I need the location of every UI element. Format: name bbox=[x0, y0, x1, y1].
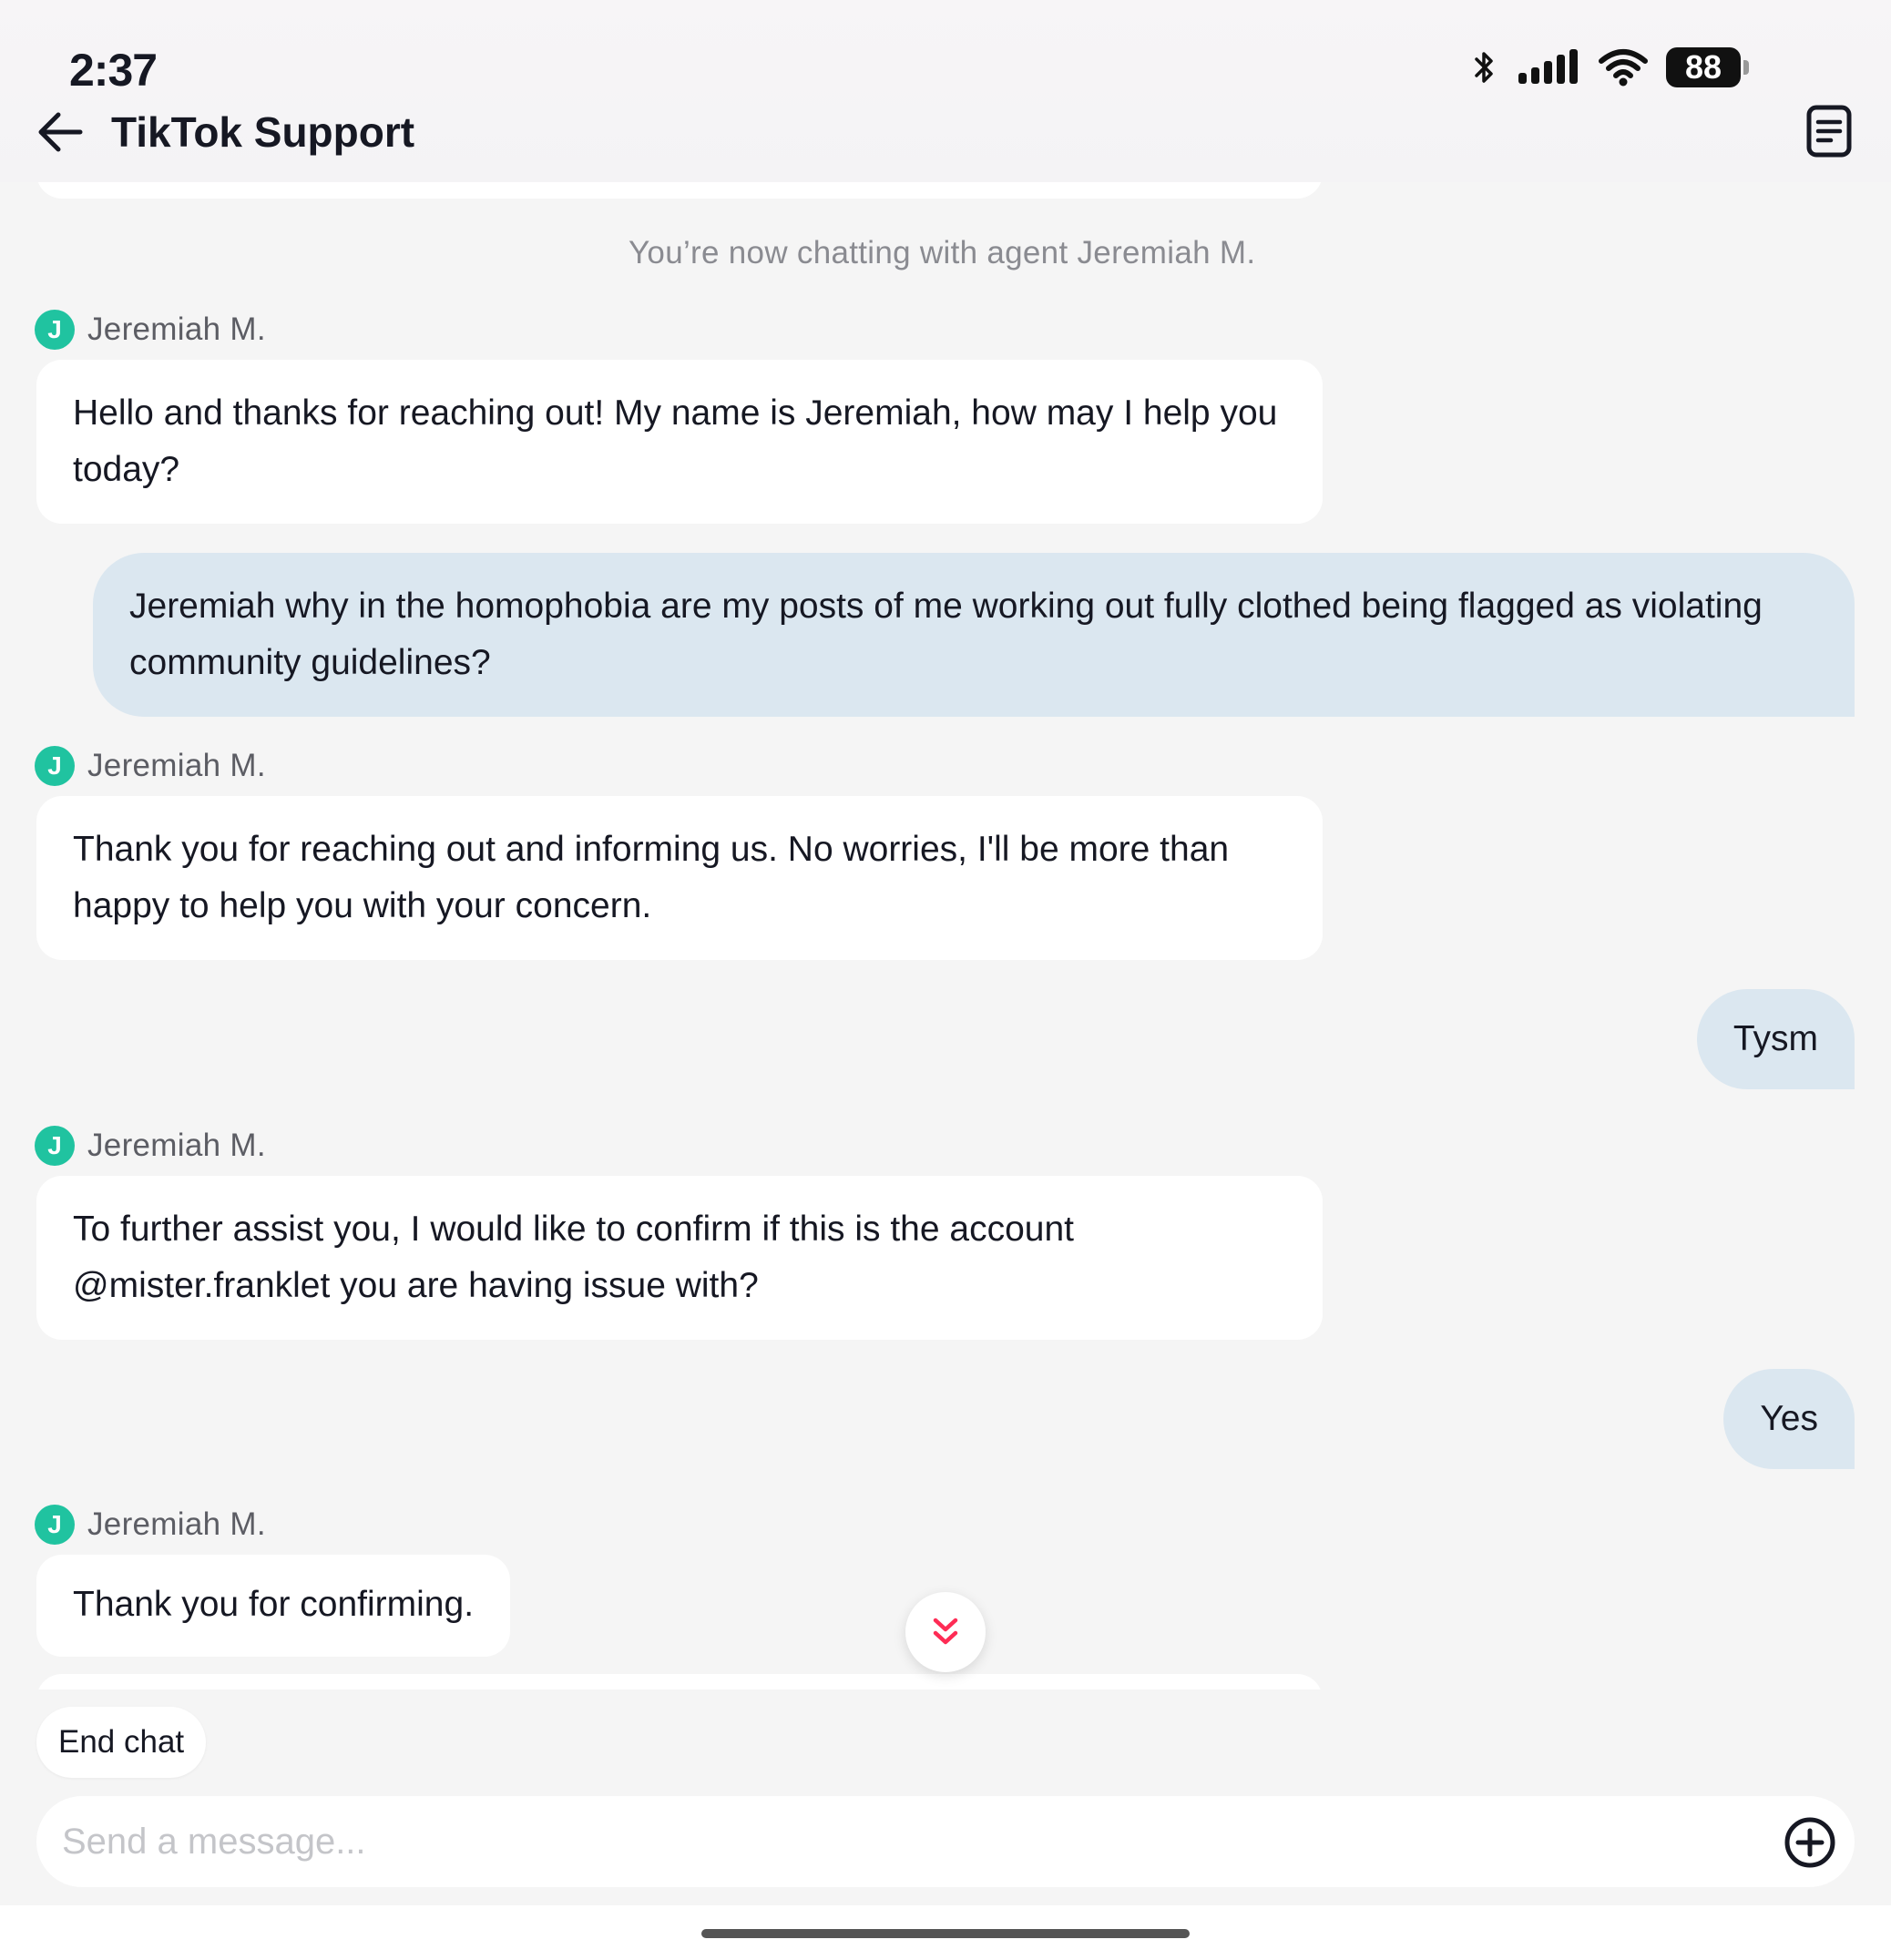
scroll-to-bottom-button[interactable] bbox=[905, 1592, 986, 1672]
user-message-bubble: Tysm bbox=[1696, 989, 1855, 1089]
back-arrow-icon[interactable] bbox=[35, 106, 87, 158]
battery-indicator: 88 bbox=[1666, 47, 1749, 87]
agent-avatar: J bbox=[35, 310, 75, 350]
agent-label: J Jeremiah M. bbox=[35, 1126, 266, 1166]
agent-avatar: J bbox=[35, 1126, 75, 1166]
battery-level: 88 bbox=[1684, 48, 1722, 86]
agent-avatar: J bbox=[35, 1505, 75, 1545]
agent-message-bubble: To further assist you, I would like to c… bbox=[36, 1176, 1323, 1340]
tiktok-support-chat-screen: 2:37 88 TikTok Support You’re now chatti… bbox=[0, 0, 1891, 1960]
system-message: You’re now chatting with agent Jeremiah … bbox=[629, 235, 1256, 271]
message-input[interactable] bbox=[62, 1812, 1738, 1871]
page-title: TikTok Support bbox=[111, 108, 415, 156]
message-composer bbox=[36, 1796, 1855, 1887]
end-chat-button[interactable]: End chat bbox=[36, 1707, 207, 1778]
user-message-bubble: Yes bbox=[1723, 1369, 1855, 1469]
transcript-icon[interactable] bbox=[1805, 104, 1853, 158]
chat-thread[interactable]: You’re now chatting with agent Jeremiah … bbox=[0, 182, 1891, 1689]
bluetooth-icon bbox=[1475, 52, 1493, 83]
status-icons: 88 bbox=[1471, 47, 1749, 87]
user-message-bubble: Jeremiah why in the homophobia are my po… bbox=[93, 553, 1855, 717]
agent-name: Jeremiah M. bbox=[87, 748, 266, 783]
agent-message-bubble: Thank you for confirming. bbox=[36, 1555, 511, 1657]
double-chevron-down-icon bbox=[933, 1618, 958, 1645]
status-time: 2:37 bbox=[69, 45, 158, 96]
agent-message-bubble: Thank you for reaching out and informing… bbox=[36, 796, 1323, 960]
previous-message-bubble bbox=[36, 182, 1323, 199]
agent-avatar: J bbox=[35, 746, 75, 786]
signal-icon bbox=[1518, 49, 1578, 84]
agent-name: Jeremiah M. bbox=[87, 1506, 266, 1542]
agent-name: Jeremiah M. bbox=[87, 311, 266, 347]
agent-message-bubble: Hello and thanks for reaching out! My na… bbox=[36, 360, 1323, 524]
agent-label: J Jeremiah M. bbox=[35, 310, 266, 350]
header: 2:37 88 TikTok Support bbox=[0, 0, 1891, 182]
agent-name: Jeremiah M. bbox=[87, 1128, 266, 1163]
add-attachment-icon[interactable] bbox=[1784, 1816, 1836, 1869]
next-message-bubble bbox=[36, 1674, 1323, 1689]
agent-label: J Jeremiah M. bbox=[35, 746, 266, 786]
agent-label: J Jeremiah M. bbox=[35, 1505, 266, 1545]
home-indicator[interactable] bbox=[701, 1929, 1190, 1938]
wifi-icon bbox=[1599, 49, 1648, 87]
